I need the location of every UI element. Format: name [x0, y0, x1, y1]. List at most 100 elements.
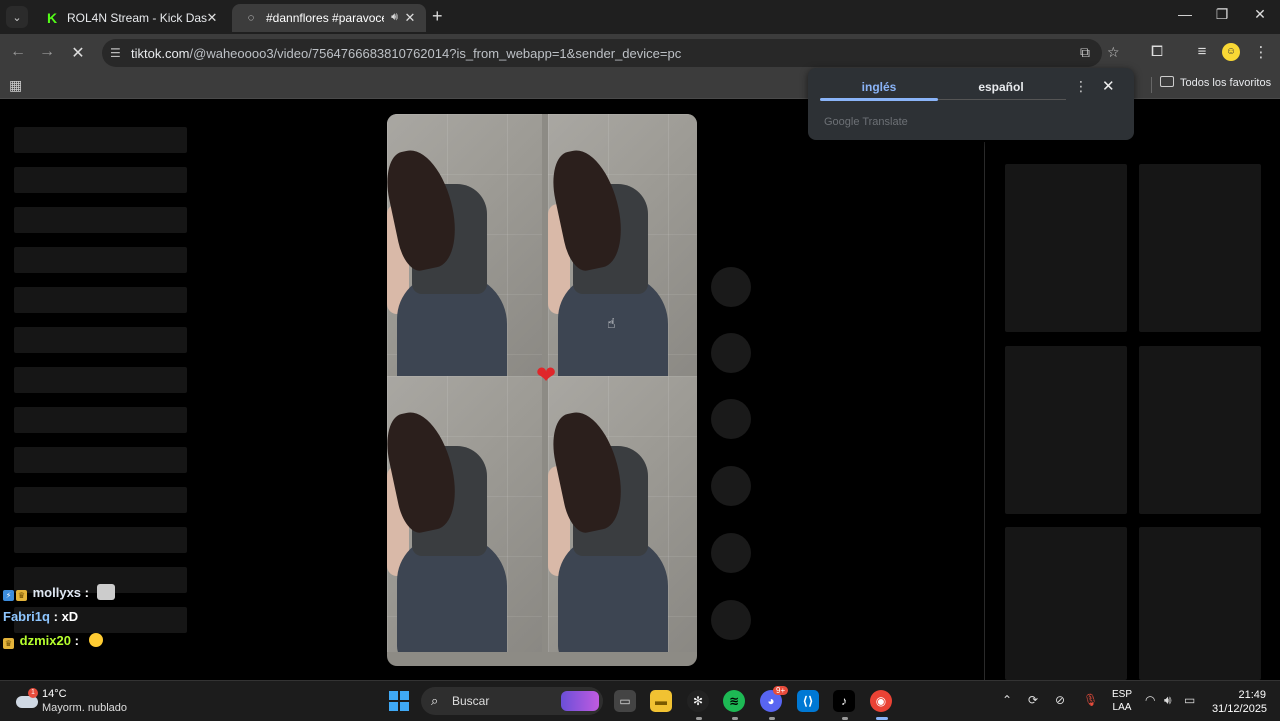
more-menu-icon[interactable]: ⋮ [1251, 43, 1271, 61]
video-frame [548, 376, 697, 652]
browser-toolbar: ← → ✕ ☰ tiktok.com/@waheoooo3/video/7564… [0, 34, 1280, 72]
tab-tiktok-video[interactable]: ◌ #dannflores #paravoce #tiktok 🔊︎ ✕ [232, 4, 426, 32]
folder-icon [1160, 76, 1174, 87]
video-frame [387, 114, 542, 390]
minimize-icon[interactable]: — [1175, 6, 1195, 22]
smile-emote-icon [88, 633, 103, 647]
volume-icon[interactable]: 🔊︎ [1164, 693, 1172, 708]
notification-badge: 1 [28, 688, 38, 698]
window-close-icon[interactable]: ✕ [1250, 6, 1270, 23]
crown-badge-icon: ♛ [3, 638, 14, 649]
address-url[interactable]: tiktok.com/@waheoooo3/video/756476668381… [131, 46, 681, 61]
site-info-icon[interactable]: ☰ [110, 46, 121, 60]
action-button-save[interactable] [711, 466, 751, 506]
chat-message: Fabri1q : xD [3, 609, 79, 624]
sync-icon[interactable]: ⟳ [1028, 693, 1038, 707]
back-icon[interactable]: ← [8, 43, 28, 61]
loading-icon: ◌ [247, 12, 255, 24]
mouse-cursor-icon: ☝ [607, 315, 616, 331]
skeleton-thumbnail [1139, 164, 1261, 332]
translate-icon[interactable]: ⧉ [1080, 44, 1090, 61]
skeleton-nav-item [14, 247, 187, 273]
chat-message: ⚡ ♛ mollyxs : [3, 584, 115, 601]
action-button-share[interactable] [711, 533, 751, 573]
action-button-avatar[interactable] [711, 267, 751, 307]
cat-emote-icon [96, 584, 115, 600]
tiktok-icon[interactable]: ♪ [833, 690, 855, 712]
taskbar: 1 14°C Mayorm. nublado ⌕ Buscar ▭ ▬ ✻ ≋ … [0, 680, 1280, 721]
media-control-icon[interactable]: ≡ [1192, 43, 1212, 60]
input-language[interactable]: ESP LAA [1112, 688, 1132, 714]
action-button-music[interactable] [711, 600, 751, 640]
search-highlight-icon [561, 691, 599, 711]
bookmarks-divider [1151, 77, 1152, 93]
chrome-icon[interactable]: ◉ [870, 690, 892, 712]
translate-brand: Google Translate [824, 116, 908, 128]
bookmark-star-icon[interactable]: ☆ [1107, 44, 1120, 61]
extensions-icon[interactable]: ⧠ [1147, 43, 1167, 60]
all-favorites-button[interactable]: Todos los favoritos [1160, 76, 1271, 89]
system-clock[interactable]: 21:49 31/12/2025 [1212, 688, 1267, 716]
close-icon[interactable]: ✕ [204, 10, 220, 26]
badge-icon: ⚡ [3, 590, 14, 601]
close-icon[interactable]: ✕ [1102, 77, 1115, 95]
microphone-icon[interactable]: 🎙︎ [1083, 693, 1098, 707]
speaker-icon[interactable]: 🔊︎ [391, 11, 398, 24]
search-icon: ⌕ [431, 693, 439, 708]
task-view-icon[interactable]: ▭ [614, 690, 636, 712]
network-off-icon[interactable]: ⊘ [1055, 693, 1065, 707]
crown-badge-icon: ♛ [16, 590, 27, 601]
stop-loading-icon[interactable]: ✕ [68, 43, 88, 63]
video-player[interactable] [387, 114, 697, 666]
skeleton-nav-item [14, 207, 187, 233]
vscode-icon[interactable]: ⟨⟩ [797, 690, 819, 712]
tab-search-icon[interactable]: ⌄ [6, 6, 28, 28]
action-button-like[interactable] [711, 333, 751, 373]
skeleton-nav-item [14, 447, 187, 473]
tab-source-language[interactable]: inglés [820, 80, 938, 94]
tab-kick-dashboard[interactable]: K ROL4N Stream - Kick Dashboard ✕ [33, 4, 228, 32]
video-frame [387, 376, 542, 652]
cloud-icon [16, 696, 38, 708]
wifi-icon[interactable]: ◠ [1145, 693, 1155, 707]
file-explorer-icon[interactable]: ▬ [650, 690, 672, 712]
video-frame [548, 114, 697, 390]
tab-title: ROL4N Stream - Kick Dashboard [67, 11, 207, 25]
skeleton-nav-item [14, 287, 187, 313]
active-tab-indicator [820, 98, 938, 101]
skeleton-nav-item [14, 327, 187, 353]
skeleton-thumbnail [1139, 346, 1261, 514]
restore-icon[interactable]: ❐ [1212, 6, 1232, 23]
taskbar-search[interactable]: ⌕ Buscar [421, 687, 603, 715]
tab-target-language[interactable]: español [942, 80, 1060, 94]
apps-grid-icon[interactable]: ▦ [9, 77, 22, 94]
skeleton-nav-item [14, 367, 187, 393]
tab-strip: ⌄ K ROL4N Stream - Kick Dashboard ✕ ◌ #d… [0, 0, 1280, 34]
action-button-comment[interactable] [711, 399, 751, 439]
profile-avatar[interactable]: ☺ [1222, 43, 1240, 61]
spotify-icon[interactable]: ≋ [723, 690, 745, 712]
skeleton-nav-item [14, 487, 187, 513]
kick-logo-icon: K [46, 10, 58, 26]
skeleton-thumbnail [1005, 527, 1127, 680]
weather-description[interactable]: Mayorm. nublado [42, 702, 127, 714]
tiktok-page: ❤ ☝ [0, 99, 1280, 680]
panel-divider [984, 142, 985, 680]
battery-icon[interactable]: ▭ [1184, 693, 1195, 707]
chatgpt-icon[interactable]: ✻ [687, 690, 709, 712]
chevron-up-icon[interactable]: ⌃ [1002, 693, 1012, 707]
windows-start-icon[interactable] [389, 691, 409, 711]
weather-temperature[interactable]: 14°C [42, 688, 67, 700]
new-tab-icon[interactable]: + [432, 6, 443, 27]
skeleton-nav-item [14, 127, 187, 153]
close-icon[interactable]: ✕ [402, 10, 418, 26]
forward-icon[interactable]: → [37, 43, 57, 61]
weather-widget[interactable]: 1 [16, 688, 38, 710]
tab-title: #dannflores #paravoce #tiktok [266, 11, 384, 25]
address-bar[interactable]: ☰ tiktok.com/@waheoooo3/video/7564766683… [102, 39, 1120, 67]
skeleton-nav-item [14, 527, 187, 553]
discord-badge: 9+ [773, 686, 789, 695]
tab-divider [938, 99, 1066, 100]
more-options-icon[interactable]: ⋮ [1074, 78, 1088, 95]
skeleton-thumbnail [1139, 527, 1261, 680]
